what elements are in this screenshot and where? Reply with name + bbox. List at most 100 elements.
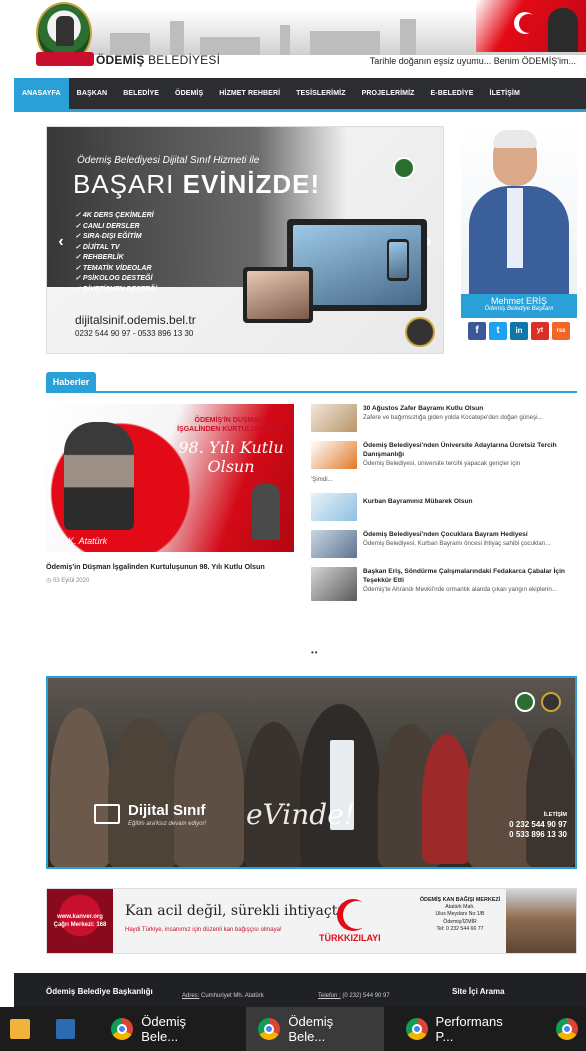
facebook-icon[interactable]: f bbox=[468, 322, 486, 340]
list-item: ✓ REHBERLİK bbox=[75, 254, 124, 261]
taskbar-task-chrome-4[interactable] bbox=[544, 1007, 586, 1051]
dijital-sinif-banner[interactable]: Dijital Sınıf Eğitim ara'ksız devam ediy… bbox=[46, 676, 577, 869]
dijital-sinif-badge-icon bbox=[405, 317, 435, 347]
header-tagline: Tarihle doğanın eşsiz uyumu... Benim ÖDE… bbox=[369, 56, 576, 66]
news-title[interactable]: Kurban Bayramınız Mübarek Olsun bbox=[363, 497, 577, 506]
municipality-logo[interactable] bbox=[36, 2, 94, 66]
news-desc: Ödemiş Belediyesi, Kurban Bayramı öncesi… bbox=[363, 540, 551, 547]
list-item: ✓ DİYETİSYEN DESTEĞİ bbox=[75, 285, 158, 293]
nav-e-belediye[interactable]: E-BELEDİYE bbox=[423, 78, 482, 109]
news-thumbnail[interactable] bbox=[311, 404, 357, 432]
os-taskbar: Ödemiş Bele... Ödemiş Bele... Performans… bbox=[0, 1007, 586, 1051]
news-title[interactable]: Ödemiş Belediyesi'nden Çocuklara Bayram … bbox=[363, 530, 577, 539]
featured-image-signature: K. Atatürk bbox=[68, 536, 108, 546]
list-item[interactable]: 30 Ağustos Zafer Bayramı Kutlu Olsun Zaf… bbox=[311, 404, 577, 432]
footer-org-name: Ödemiş Belediye Başkanlığı bbox=[46, 987, 153, 996]
featured-news-title[interactable]: Ödemiş'in Düşman İşgalinden Kurtuluşunun… bbox=[46, 562, 296, 571]
municipality-badge-icon bbox=[515, 692, 535, 712]
news-list: 30 Ağustos Zafer Bayramı Kutlu Olsun Zaf… bbox=[311, 404, 577, 610]
chrome-icon bbox=[258, 1018, 281, 1040]
taskbar-task-chrome-2[interactable]: Ödemiş Bele... bbox=[246, 1007, 384, 1051]
list-item: ✓ PSİKOLOG DESTEĞİ bbox=[75, 275, 153, 282]
news-thumbnail[interactable] bbox=[311, 441, 357, 469]
linkedin-icon[interactable]: in bbox=[510, 322, 528, 340]
list-item: ✓ DİJİTAL TV bbox=[75, 243, 120, 251]
news-divider bbox=[46, 391, 577, 393]
blood-center-building-image bbox=[506, 889, 576, 953]
blood-donation-banner[interactable]: www.kanver.org Çağrı Merkezi: 168 Kan ac… bbox=[46, 888, 577, 954]
rss-icon[interactable]: rss bbox=[552, 322, 570, 340]
turkish-flag-ataturk-image bbox=[476, 0, 586, 52]
nav-hizmet-rehberi[interactable]: HİZMET REHBERİ bbox=[211, 78, 288, 109]
featured-news-image[interactable]: ÖDEMİŞ'İN DÜŞMAN İŞGALİNDEN KURTULUŞUNUN… bbox=[46, 404, 294, 552]
list-item: ✓ TEMATİK VİDEOLAR bbox=[75, 264, 152, 272]
news-desc: Ödemiş Belediyesi, üniversite tercihi ya… bbox=[363, 460, 521, 467]
slider-feature-list: ✓ 4K DERS ÇEKİMLERİ ✓ CANLI DERSLER ✓ SI… bbox=[75, 211, 157, 295]
news-title[interactable]: 30 Ağustos Zafer Bayramı Kutlu Olsun bbox=[363, 404, 577, 413]
footer-search-heading: Site İçi Arama bbox=[452, 987, 505, 996]
news-thumbnail[interactable] bbox=[311, 493, 357, 521]
slider-next-arrow-icon[interactable]: › bbox=[421, 231, 437, 253]
list-item[interactable]: Ödemiş Belediyesi'nden Üniversite Adayla… bbox=[311, 441, 577, 484]
kanver-site: www.kanver.org Çağrı Merkezi: 168 bbox=[53, 914, 107, 928]
mayor-photo[interactable] bbox=[461, 126, 577, 294]
hero-slider[interactable]: Ödemiş Belediyesi Dijital Sınıf Hizmeti … bbox=[46, 126, 444, 354]
mayor-title: Ödemiş Belediye Başkanı bbox=[484, 306, 554, 312]
featured-image-heading: ÖDEMİŞ'İN DÜŞMAN İŞGALİNDEN KURTULUŞUNUN bbox=[177, 417, 281, 433]
chrome-icon bbox=[405, 1018, 428, 1040]
youtube-icon[interactable]: yt bbox=[531, 322, 549, 340]
taskbar-task-chrome-3[interactable]: Performans P... bbox=[394, 1007, 534, 1051]
nav-belediye[interactable]: BELEDİYE bbox=[115, 78, 167, 109]
news-title[interactable]: Ödemiş Belediyesi'nden Üniversite Adayla… bbox=[363, 441, 577, 459]
nav-odemis[interactable]: ÖDEMİŞ bbox=[167, 78, 211, 109]
featured-image-script: 98. Yılı Kutlu Olsun bbox=[178, 438, 284, 476]
nav-iletisim[interactable]: İLETİŞİM bbox=[482, 78, 528, 109]
news-thumbnail[interactable] bbox=[311, 530, 357, 558]
brand-name[interactable]: ÖDEMİŞ BELEDİYESİ bbox=[96, 53, 220, 67]
taskbar-task-chrome-1[interactable]: Ödemiş Bele... bbox=[99, 1007, 236, 1051]
banner-contact-phones: 0 232 544 90 97 0 533 896 13 30 bbox=[509, 820, 567, 839]
banner-subtitle: Eğitim ara'ksız devam ediyor! bbox=[128, 821, 207, 827]
calculator-icon[interactable] bbox=[55, 1019, 76, 1039]
nav-tesislerimiz[interactable]: TESİSLERİMİZ bbox=[288, 78, 353, 109]
kizilay-brand: TÜRKKIZILAYI bbox=[319, 933, 381, 943]
municipality-badge-icon bbox=[393, 157, 415, 179]
blood-center-info: ÖDEMİŞ KAN BAĞIŞI MERKEZİ Atatürk Mah. U… bbox=[419, 897, 501, 932]
banner-contact-label: İLETİŞİM bbox=[543, 812, 567, 818]
clock-icon: ◷ bbox=[46, 578, 52, 584]
slider-prev-arrow-icon[interactable]: ‹ bbox=[53, 231, 69, 253]
mayor-name-card[interactable]: Mehmet ERİŞ Ödemiş Belediye Başkanı bbox=[461, 294, 577, 318]
banner-script-text: eVinde! bbox=[246, 798, 356, 831]
screen-icon bbox=[94, 804, 120, 824]
twitter-icon[interactable]: t bbox=[489, 322, 507, 340]
chrome-icon bbox=[111, 1018, 134, 1040]
banner-title: Dijital Sınıf bbox=[128, 802, 206, 819]
featured-news-date: ◷ 03 Eylül 2020 bbox=[46, 578, 90, 584]
list-item[interactable]: Başkan Eriş, Söndürme Çalışmalarındaki F… bbox=[311, 567, 577, 601]
news-thumbnail[interactable] bbox=[311, 567, 357, 601]
list-item: ✓ CANLI DERSLER bbox=[75, 222, 140, 230]
dijital-sinif-badge-icon bbox=[541, 692, 561, 712]
list-item: ✓ 4K DERS ÇEKİMLERİ bbox=[75, 212, 154, 219]
footer-phone: Telefon : (0 232) 544 90 97 bbox=[318, 993, 390, 999]
nav-baskan[interactable]: BAŞKAN bbox=[69, 78, 116, 109]
slider-headline: BAŞARI EVİNİZDE! bbox=[73, 169, 321, 199]
blood-main-text: Kan acil değil, sürekli ihtiyaçtır! bbox=[125, 903, 355, 919]
file-explorer-icon[interactable] bbox=[10, 1019, 30, 1039]
tablet-image bbox=[243, 267, 313, 323]
list-item[interactable]: Ödemiş Belediyesi'nden Çocuklara Bayram … bbox=[311, 530, 577, 558]
chrome-icon bbox=[555, 1018, 578, 1040]
nav-anasayfa[interactable]: ANASAYFA bbox=[14, 78, 69, 109]
slider-subtitle: Ödemiş Belediyesi Dijital Sınıf Hizmeti … bbox=[77, 155, 260, 166]
news-pagination-dots[interactable]: •• bbox=[311, 648, 319, 657]
slider-url: dijitalsinif.odemis.bel.tr bbox=[75, 313, 196, 327]
main-navigation: ANASAYFA BAŞKAN BELEDİYE ÖDEMİŞ HİZMET R… bbox=[14, 78, 586, 112]
list-item[interactable]: Kurban Bayramınız Mübarek Olsun bbox=[311, 493, 577, 521]
blood-sub-text: Haydi Türkiye, insanımız için düzenli ka… bbox=[125, 927, 282, 933]
news-desc: Ödemiş'te Ahrandı Mevkii'nde ormanlık al… bbox=[363, 586, 557, 593]
news-tab[interactable]: Haberler bbox=[46, 372, 96, 392]
news-title[interactable]: Başkan Eriş, Söndürme Çalışmalarındaki F… bbox=[363, 567, 577, 585]
nav-projelerimiz[interactable]: PROJELERİMİZ bbox=[354, 78, 423, 109]
site-footer: Ödemiş Belediye Başkanlığı Adres: Cumhur… bbox=[14, 973, 586, 1007]
news-desc-continued: 'Şimdi... bbox=[311, 476, 333, 483]
